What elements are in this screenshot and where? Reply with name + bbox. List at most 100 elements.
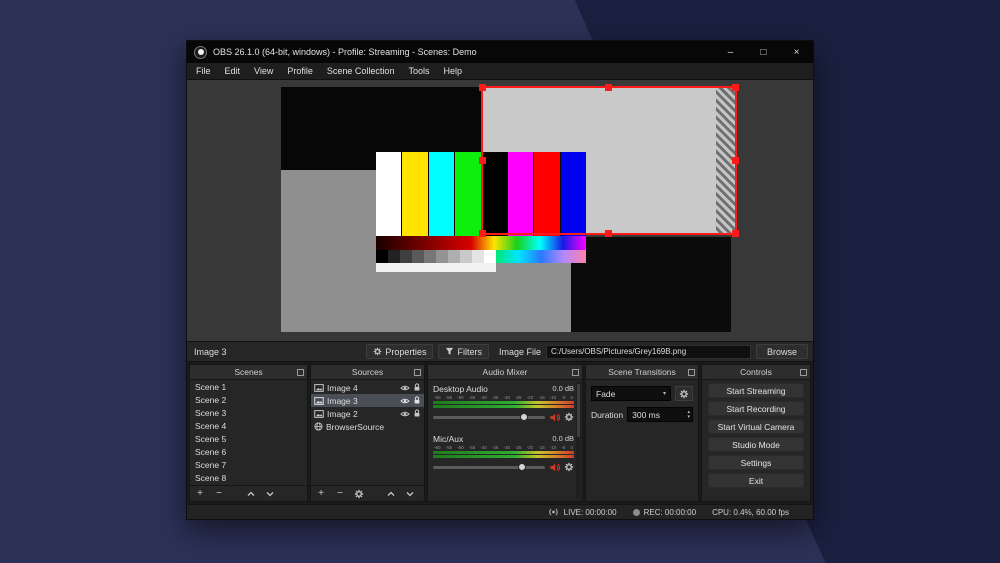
scene-move-down-button[interactable] (264, 488, 276, 500)
visibility-eye-icon[interactable] (400, 410, 410, 418)
transition-value: Fade (596, 389, 615, 399)
image-file-label: Image File (499, 347, 541, 357)
volume-slider-thumb[interactable] (520, 413, 528, 421)
scene-item[interactable]: Scene 7 (190, 459, 307, 472)
volume-meter (433, 401, 574, 404)
sources-panel: Sources Image 4 Image 3 (310, 364, 425, 502)
channel-name: Desktop Audio (433, 384, 488, 394)
volume-slider-thumb[interactable] (518, 463, 526, 471)
browse-button[interactable]: Browse (756, 344, 808, 359)
db-scale: -60-55-50-45-40-35-30-25-20-15-10-50 (433, 444, 574, 450)
gear-icon (373, 347, 382, 356)
chevron-up-icon (386, 489, 396, 499)
selection-handle-top-right[interactable] (732, 84, 739, 91)
source-properties-button[interactable] (353, 488, 365, 500)
chevron-down-icon: ▾ (663, 390, 666, 397)
volume-slider[interactable] (433, 416, 545, 419)
mixer-scrollbar[interactable] (576, 382, 581, 499)
menu-item-edit[interactable]: Edit (218, 63, 248, 79)
selection-handle-top[interactable] (605, 84, 612, 91)
canvas-black-image-bottomright[interactable] (571, 237, 731, 332)
remove-scene-button[interactable]: − (213, 488, 225, 500)
rec-status: REC: 00:00:00 (633, 508, 696, 517)
spin-down-icon[interactable]: ▾ (687, 415, 690, 420)
menu-item-file[interactable]: File (189, 63, 218, 79)
visibility-eye-icon[interactable] (400, 397, 410, 405)
channel-level-db: 0.0 dB (552, 384, 574, 393)
scene-item[interactable]: Scene 8 (190, 472, 307, 485)
scene-item[interactable]: Scene 5 (190, 433, 307, 446)
start-recording-button[interactable]: Start Recording (708, 401, 804, 416)
exit-button[interactable]: Exit (708, 473, 804, 488)
titlebar[interactable]: OBS 26.1.0 (64-bit, windows) - Profile: … (187, 41, 813, 63)
lock-icon[interactable] (413, 383, 421, 392)
menu-item-help[interactable]: Help (436, 63, 469, 79)
minimize-button[interactable]: – (714, 41, 747, 63)
audio-channel-desktop: Desktop Audio 0.0 dB -60-55-50-45-40-35-… (433, 383, 574, 422)
dock-icon (800, 369, 807, 376)
lock-icon[interactable] (413, 409, 421, 418)
preview-area[interactable] (187, 80, 813, 341)
selection-handle-top-left[interactable] (479, 84, 486, 91)
scene-transitions-panel-title: Scene Transitions (608, 367, 676, 377)
close-button[interactable]: × (780, 41, 813, 63)
scene-item[interactable]: Scene 6 (190, 446, 307, 459)
source-move-up-button[interactable] (385, 488, 397, 500)
lock-icon[interactable] (413, 396, 421, 405)
start-streaming-button[interactable]: Start Streaming (708, 383, 804, 398)
gear-icon[interactable] (564, 462, 574, 472)
image-icon (314, 410, 324, 418)
image-file-input[interactable] (546, 345, 751, 359)
selection-box[interactable] (481, 86, 737, 235)
visibility-eye-icon[interactable] (400, 384, 410, 392)
source-item[interactable]: Image 2 (311, 407, 424, 420)
source-item[interactable]: BrowserSource (311, 420, 424, 433)
scene-item[interactable]: Scene 2 (190, 394, 307, 407)
studio-mode-button[interactable]: Studio Mode (708, 437, 804, 452)
properties-button[interactable]: Properties (366, 344, 433, 359)
selection-handle-bottom-right[interactable] (732, 230, 739, 237)
source-item[interactable]: Image 4 (311, 381, 424, 394)
volume-meter (433, 405, 574, 408)
selection-handle-right[interactable] (732, 157, 739, 164)
transition-properties-button[interactable] (675, 386, 693, 401)
selection-handle-bottom-left[interactable] (479, 230, 486, 237)
start-virtual-camera-button[interactable]: Start Virtual Camera (708, 419, 804, 434)
scene-item[interactable]: Scene 3 (190, 407, 307, 420)
menu-item-scene-collection[interactable]: Scene Collection (320, 63, 402, 79)
source-name: BrowserSource (326, 422, 421, 432)
menu-item-tools[interactable]: Tools (401, 63, 436, 79)
scene-item[interactable]: Scene 4 (190, 420, 307, 433)
channel-name: Mic/Aux (433, 434, 463, 444)
channel-level-db: 0.0 dB (552, 434, 574, 443)
scene-item[interactable]: Scene 1 (190, 381, 307, 394)
selection-handle-left[interactable] (479, 157, 486, 164)
filters-label: Filters (457, 347, 482, 357)
scene-move-up-button[interactable] (245, 488, 257, 500)
source-move-down-button[interactable] (404, 488, 416, 500)
source-item-selected[interactable]: Image 3 (311, 394, 424, 407)
duration-label: Duration (591, 410, 623, 420)
chevron-down-icon (265, 489, 275, 499)
selection-handle-bottom[interactable] (605, 230, 612, 237)
remove-source-button[interactable]: − (334, 488, 346, 500)
duration-input[interactable]: 300 ms ▴ ▾ (627, 407, 693, 422)
scene-transitions-panel: Scene Transitions Fade ▾ Duration (585, 364, 699, 502)
muted-speaker-icon[interactable] (549, 462, 560, 473)
settings-button[interactable]: Settings (708, 455, 804, 470)
maximize-button[interactable]: □ (747, 41, 780, 63)
gear-icon[interactable] (564, 412, 574, 422)
filters-button[interactable]: Filters (438, 344, 489, 359)
filter-funnel-icon (445, 347, 454, 356)
record-dot-icon (633, 509, 640, 516)
add-source-button[interactable]: + (315, 488, 327, 500)
add-scene-button[interactable]: + (194, 488, 206, 500)
chevron-up-icon (246, 489, 256, 499)
transition-select[interactable]: Fade ▾ (591, 386, 671, 401)
volume-slider[interactable] (433, 466, 545, 469)
muted-speaker-icon[interactable] (549, 412, 560, 423)
source-name: Image 3 (327, 396, 397, 406)
desktop-background: OBS 26.1.0 (64-bit, windows) - Profile: … (0, 0, 1000, 563)
menu-item-view[interactable]: View (247, 63, 280, 79)
menu-item-profile[interactable]: Profile (280, 63, 320, 79)
